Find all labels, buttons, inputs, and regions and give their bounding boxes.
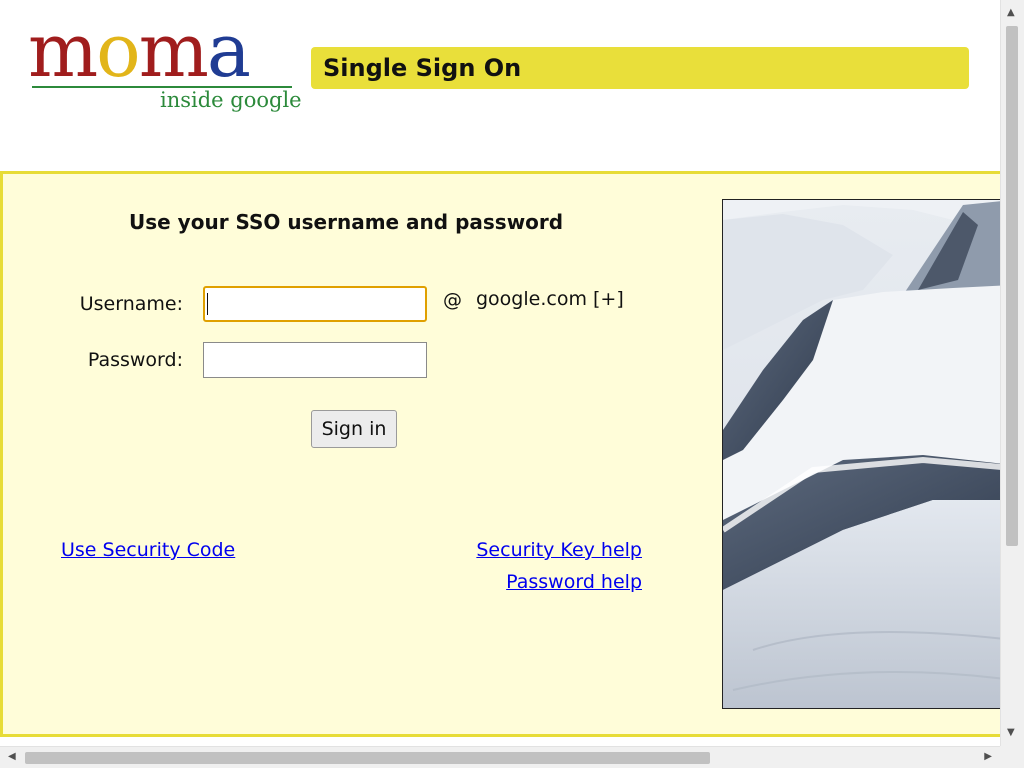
username-input[interactable] bbox=[203, 286, 427, 322]
title-bar: Single Sign On bbox=[311, 47, 969, 89]
use-security-code-link[interactable]: Use Security Code bbox=[61, 539, 235, 561]
form-heading: Use your SSO username and password bbox=[129, 210, 564, 234]
page: moma inside google Single Sign On Use yo… bbox=[0, 0, 1000, 746]
logo-letter: a bbox=[206, 8, 251, 94]
vertical-scrollbar[interactable]: ▲ ▼ bbox=[1000, 0, 1024, 746]
scroll-up-icon[interactable]: ▲ bbox=[1007, 8, 1015, 18]
logo-letter: o bbox=[96, 8, 141, 94]
domain-selector[interactable]: google.com [+] bbox=[476, 288, 624, 310]
logo-subtitle: inside google bbox=[160, 88, 302, 112]
scrollbar-corner bbox=[1000, 746, 1024, 768]
mountain-photo bbox=[722, 199, 1000, 709]
page-title: Single Sign On bbox=[323, 54, 522, 82]
security-key-help-link[interactable]: Security Key help bbox=[476, 539, 642, 561]
mountain-illustration bbox=[723, 200, 1000, 708]
horizontal-scrollbar[interactable]: ◀ ▶ bbox=[0, 746, 1000, 768]
password-input[interactable] bbox=[203, 342, 427, 378]
username-label: Username: bbox=[79, 293, 183, 315]
scroll-down-icon[interactable]: ▼ bbox=[1007, 728, 1015, 738]
logo-letter: m bbox=[138, 8, 209, 94]
sign-in-button[interactable]: Sign in bbox=[311, 410, 397, 448]
at-sign: @ bbox=[443, 289, 462, 311]
moma-logo[interactable]: moma inside google bbox=[28, 14, 302, 120]
vertical-scroll-thumb[interactable] bbox=[1006, 26, 1018, 546]
scroll-right-icon[interactable]: ▶ bbox=[984, 752, 992, 762]
logo-wordmark: moma bbox=[28, 14, 251, 88]
logo-letter: m bbox=[28, 8, 98, 94]
password-help-link[interactable]: Password help bbox=[506, 571, 642, 593]
horizontal-scroll-thumb[interactable] bbox=[25, 752, 710, 764]
login-panel: Use your SSO username and password Usern… bbox=[0, 171, 1000, 737]
scroll-left-icon[interactable]: ◀ bbox=[8, 752, 16, 762]
text-cursor bbox=[207, 293, 208, 315]
password-label: Password: bbox=[87, 349, 183, 371]
